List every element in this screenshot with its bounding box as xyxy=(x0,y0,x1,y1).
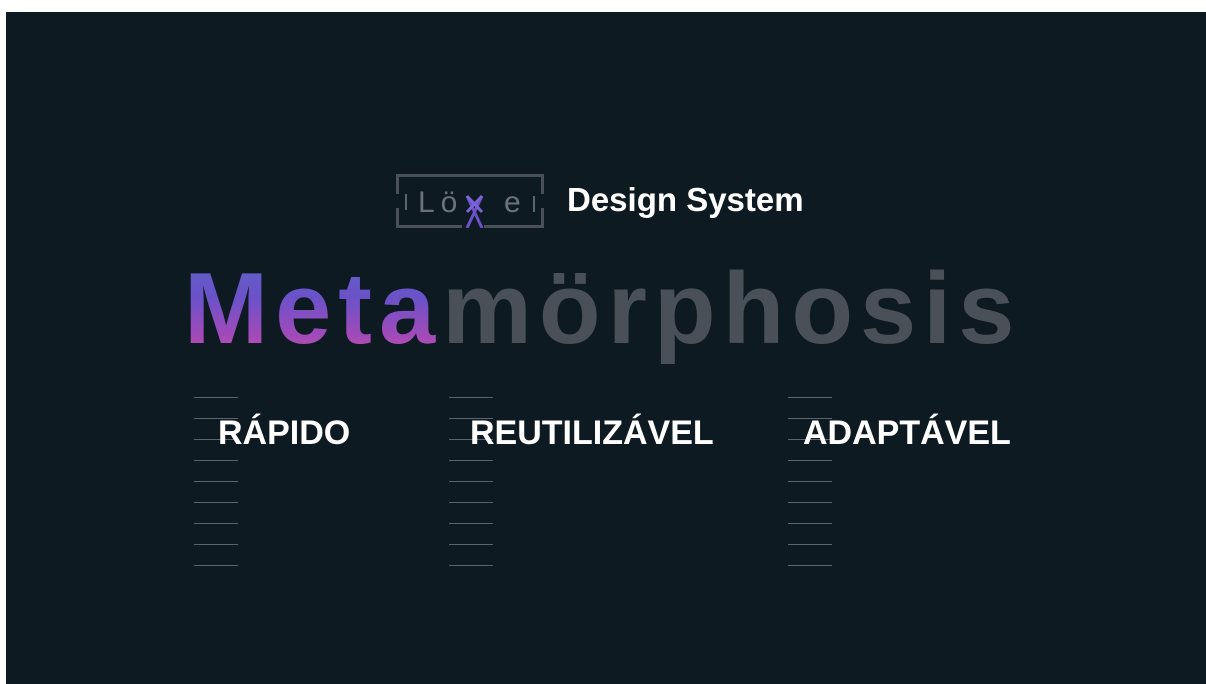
rule-line xyxy=(194,460,238,461)
rule-line xyxy=(449,523,493,524)
rule-line xyxy=(449,544,493,545)
rule-line xyxy=(194,544,238,545)
svg-text:Lö: Lö xyxy=(418,186,463,219)
hero-rest: mörphosis xyxy=(442,253,1022,365)
rule-line xyxy=(449,565,493,566)
rule-line xyxy=(449,502,493,503)
rule-line xyxy=(788,502,832,503)
rule-line xyxy=(788,397,832,398)
rule-line xyxy=(194,502,238,503)
loxe-logo: Lö e xyxy=(396,174,544,228)
svg-text:e: e xyxy=(504,186,521,219)
rule-line xyxy=(788,565,832,566)
hero-highlight: Meta xyxy=(184,253,443,365)
rule-line xyxy=(788,544,832,545)
rule-line xyxy=(194,481,238,482)
rule-line xyxy=(194,397,238,398)
rule-line xyxy=(194,565,238,566)
pillar-label: ADAPTÁVEL xyxy=(803,414,1011,452)
rule-line xyxy=(788,481,832,482)
rule-line xyxy=(449,397,493,398)
slide: Lö e Design System Metamörphosis RÁPIDO … xyxy=(6,12,1206,684)
rule-line xyxy=(449,460,493,461)
pillar-label: RÁPIDO xyxy=(218,414,351,452)
rule-line xyxy=(194,523,238,524)
rule-line xyxy=(788,460,832,461)
rule-line xyxy=(449,481,493,482)
hero-wordmark: Metamörphosis xyxy=(184,254,1044,374)
pillar-label: REUTILIZÁVEL xyxy=(470,414,714,452)
design-system-title: Design System xyxy=(567,181,804,218)
rule-line xyxy=(788,523,832,524)
